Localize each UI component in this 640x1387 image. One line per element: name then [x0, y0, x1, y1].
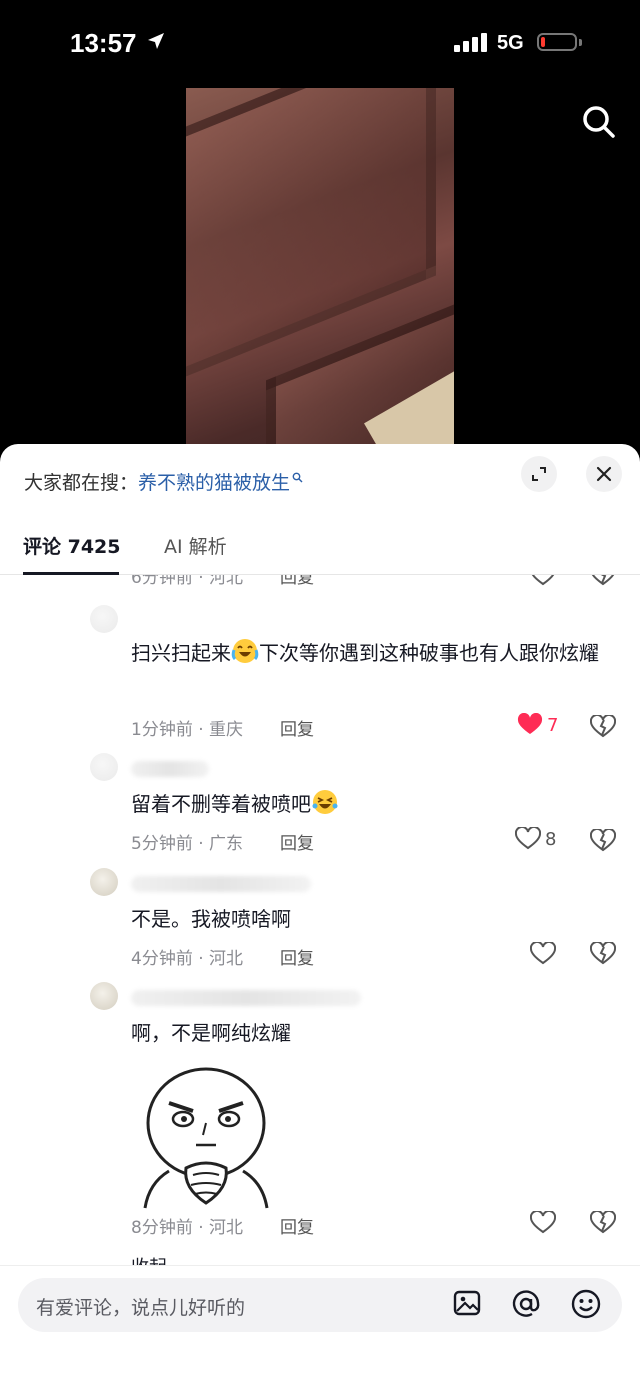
like-count: 7 — [547, 714, 559, 736]
hot-search-icon — [292, 472, 303, 483]
reply-button[interactable]: 回复 — [280, 829, 314, 854]
signal-icon — [454, 33, 487, 52]
comment-text: 啊，不是啊纯炫耀 — [131, 1014, 611, 1052]
close-icon — [596, 466, 612, 482]
comment-tabs: 评论 7425 AI 解析 — [0, 532, 640, 575]
comment-input[interactable]: 有爱评论，说点儿好听的 — [18, 1278, 622, 1332]
comment-sheet: 大家都在搜：养不熟的猫被放生 评论 7425 AI 解析 6分钟前 · 河北 回… — [0, 444, 640, 1387]
comment-text-before: 扫兴扫起来 — [131, 641, 231, 665]
like-icon[interactable] — [530, 1211, 556, 1235]
dislike-icon[interactable] — [590, 829, 616, 853]
dislike-icon[interactable] — [590, 715, 616, 739]
like-button[interactable]: 8 — [515, 827, 556, 851]
crying-laughing-emoji-icon — [231, 639, 259, 663]
comment-meta: 5分钟前 · 广东 — [131, 834, 244, 854]
like-icon[interactable] — [530, 575, 556, 587]
video-player[interactable] — [186, 88, 454, 448]
dislike-icon[interactable] — [590, 1211, 616, 1235]
hot-search-term[interactable]: 养不熟的猫被放生 — [138, 472, 290, 494]
mention-icon[interactable] — [510, 1288, 542, 1320]
comment-meta: 6分钟前 · 河北 — [131, 575, 244, 588]
search-icon[interactable] — [580, 103, 618, 141]
username-blurred — [131, 876, 311, 892]
avatar[interactable] — [90, 605, 118, 633]
comment-meta: 4分钟前 · 河北 — [131, 949, 244, 969]
tab-comments[interactable]: 评论 7425 — [23, 532, 121, 559]
status-time: 13:57 — [70, 28, 137, 58]
comment-input-placeholder: 有爱评论，说点儿好听的 — [36, 1297, 246, 1319]
comment-list[interactable]: 6分钟前 · 河北 回复 扫兴扫起来 下次等你遇到这种破事也有人跟你炫耀 1分钟前… — [0, 575, 640, 1265]
tab-ai-analysis[interactable]: AI 解析 — [164, 532, 227, 559]
comment-text-body: 不是。我被喷啥啊 — [131, 907, 291, 931]
avatar[interactable] — [90, 982, 118, 1010]
hot-search-prefix: 大家都在搜： — [24, 472, 139, 494]
reply-button[interactable]: 回复 — [280, 575, 314, 588]
comment-text-body: 留着不删等着被喷吧 — [131, 792, 311, 816]
dislike-icon[interactable] — [590, 942, 616, 966]
comment-meta: 8分钟前 · 河北 — [131, 1218, 244, 1238]
reply-button[interactable]: 回复 — [280, 944, 314, 969]
avatar[interactable] — [90, 753, 118, 781]
username-blurred — [131, 761, 209, 777]
reply-button[interactable]: 回复 — [280, 1213, 314, 1238]
like-filled-icon — [517, 713, 543, 734]
comment-text-after: 下次等你遇到这种破事也有人跟你炫耀 — [259, 641, 599, 665]
username-blurred — [131, 990, 361, 1006]
comment-text: 不是。我被喷啥啊 — [131, 900, 611, 938]
like-icon[interactable] — [530, 942, 556, 966]
emoji-icon[interactable] — [570, 1288, 602, 1320]
avatar[interactable] — [90, 868, 118, 896]
location-arrow-icon — [148, 33, 164, 49]
like-icon — [515, 827, 541, 850]
expand-button[interactable] — [521, 456, 557, 492]
collapse-replies-button[interactable]: 收起 — [131, 1253, 167, 1265]
determined-face-sticker[interactable] — [131, 1063, 281, 1213]
comment-text: 留着不删等着被喷吧 — [131, 785, 611, 823]
comment-text: 扫兴扫起来 下次等你遇到这种破事也有人跟你炫耀 — [131, 634, 611, 672]
status-bar: 13:57 5G — [0, 0, 640, 88]
comment-text-body: 啊，不是啊纯炫耀 — [131, 1021, 291, 1045]
reply-button[interactable]: 回复 — [280, 715, 314, 740]
close-button[interactable] — [586, 456, 622, 492]
comment-input-bar: 有爱评论，说点儿好听的 — [0, 1265, 640, 1387]
battery-level — [541, 37, 545, 47]
comment-meta: 1分钟前 · 重庆 — [131, 720, 244, 740]
image-icon[interactable] — [452, 1288, 482, 1318]
network-type: 5G — [497, 32, 524, 54]
laughing-emoji-icon — [312, 790, 338, 814]
dislike-icon[interactable] — [590, 575, 616, 587]
battery-icon — [537, 33, 577, 51]
battery-tip — [579, 39, 582, 46]
like-button[interactable]: 7 — [517, 713, 558, 737]
like-count: 8 — [545, 828, 557, 850]
expand-icon — [532, 467, 546, 481]
hot-search[interactable]: 大家都在搜：养不熟的猫被放生 — [24, 468, 303, 495]
